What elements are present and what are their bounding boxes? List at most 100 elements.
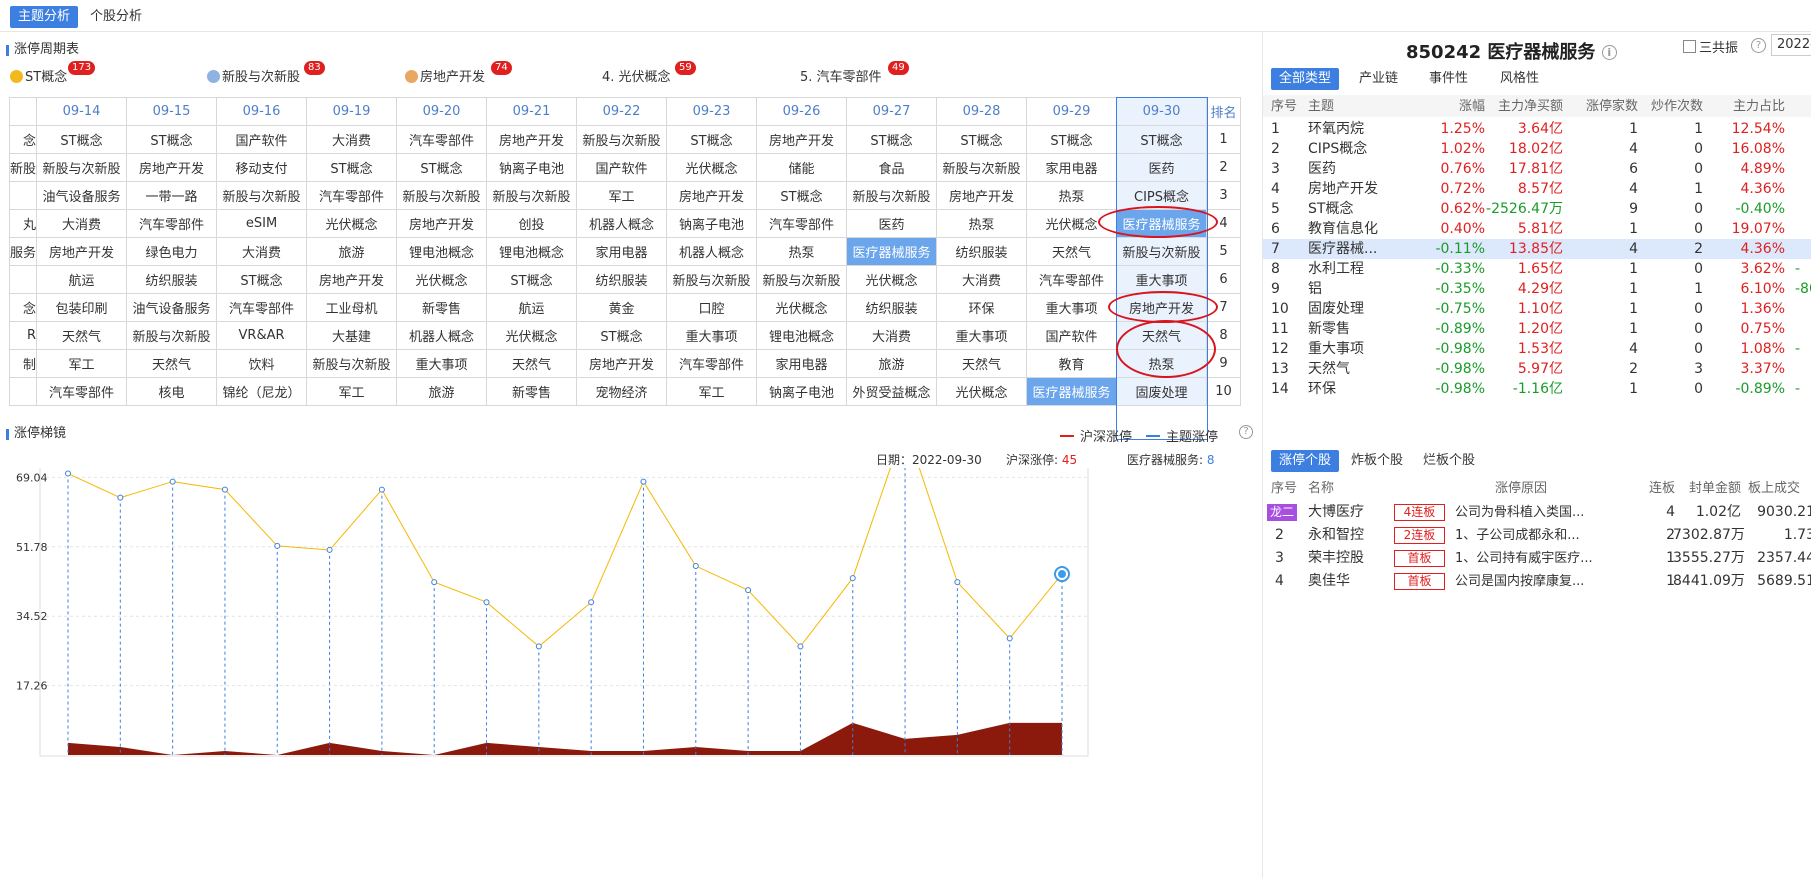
theme-cell[interactable]: 航运 bbox=[486, 293, 578, 322]
theme-row[interactable]: 14 环保 -0.98% -1.16亿 1 0 -0.89% - bbox=[1263, 379, 1811, 399]
tab-limit-up-stocks[interactable]: 涨停个股 bbox=[1271, 450, 1340, 472]
date-input[interactable]: 2022-0 bbox=[1771, 34, 1811, 56]
theme-cell[interactable]: 黄金 bbox=[576, 293, 668, 322]
theme-cell[interactable]: 重大事项 bbox=[936, 321, 1028, 350]
theme-cell[interactable]: 天然气 bbox=[486, 349, 578, 378]
theme-cell[interactable]: 房地产开发 bbox=[936, 181, 1028, 210]
theme-cell[interactable]: 机器人概念 bbox=[576, 209, 668, 238]
theme-cell[interactable]: ST概念 bbox=[756, 181, 848, 210]
theme-cell[interactable]: 房地产开发 bbox=[126, 153, 218, 182]
theme-cell[interactable]: 军工 bbox=[576, 181, 668, 210]
theme-cell[interactable]: 汽车零部件 bbox=[396, 125, 488, 154]
theme-cell[interactable]: 光伏概念 bbox=[306, 209, 398, 238]
limit-reason[interactable]: 公司是国内按摩康复... bbox=[1455, 570, 1584, 593]
theme-row[interactable]: 9铝-0.35%4.29亿116.10%-80 bbox=[1263, 279, 1811, 299]
stock-name[interactable]: 大博医疗 bbox=[1308, 501, 1364, 524]
chart-svg[interactable]: 69.04 51.78 34.52 17.26 bbox=[0, 407, 1258, 878]
help-icon[interactable]: ? bbox=[1751, 38, 1766, 53]
data-point[interactable] bbox=[588, 599, 595, 606]
date-header[interactable]: 09-15 bbox=[126, 97, 218, 126]
theme-cell[interactable]: 锂电池概念 bbox=[756, 321, 848, 350]
theme-cell[interactable]: 新股与次新股 bbox=[1116, 237, 1208, 266]
theme-cell[interactable]: 家用电器 bbox=[1026, 153, 1118, 182]
theme-row[interactable]: 10 固废处理 -0.75% 1.10亿 1 0 1.36% bbox=[1263, 299, 1811, 319]
tab-broken-stocks[interactable]: 炸板个股 bbox=[1343, 450, 1411, 472]
theme-cell[interactable]: 重大事项 bbox=[666, 321, 758, 350]
theme-cell[interactable]: ST概念 bbox=[1116, 125, 1208, 154]
theme-cell[interactable]: 包装印刷 bbox=[36, 293, 128, 322]
theme-cell[interactable]: 固废处理 bbox=[1116, 377, 1208, 406]
theme-cell[interactable]: 纺织服装 bbox=[576, 265, 668, 294]
theme-cell[interactable]: 新股与次新股 bbox=[36, 153, 128, 182]
theme-cell[interactable]: CIPS概念 bbox=[1116, 181, 1208, 210]
limit-reason[interactable]: 公司为骨科植入类国... bbox=[1455, 501, 1584, 524]
theme-cell[interactable]: 新股与次新股 bbox=[756, 265, 848, 294]
date-header[interactable]: 09-20 bbox=[396, 97, 488, 126]
theme-cell[interactable]: 油气设备服务 bbox=[36, 181, 128, 210]
theme-row[interactable]: 8 水利工程 -0.33% 1.65亿 1 0 3.62% - bbox=[1263, 259, 1811, 279]
limit-reason[interactable]: 1、公司持有威宇医疗... bbox=[1455, 547, 1593, 570]
data-point[interactable] bbox=[849, 575, 856, 582]
theme-cell[interactable]: 移动支付 bbox=[216, 153, 308, 182]
theme-cell[interactable]: 大基建 bbox=[306, 321, 398, 350]
theme-cell[interactable]: 旅游 bbox=[846, 349, 938, 378]
theme-cell[interactable]: 房地产开发 bbox=[756, 125, 848, 154]
data-point[interactable] bbox=[797, 643, 804, 650]
theme-cell[interactable]: 机器人概念 bbox=[396, 321, 488, 350]
theme-row[interactable]: 4 房地产开发 0.72% 8.57亿 4 1 4.36% bbox=[1263, 179, 1811, 199]
tab-weak-stocks[interactable]: 烂板个股 bbox=[1415, 450, 1483, 472]
stock-name[interactable]: 荣丰控股 bbox=[1308, 547, 1364, 570]
theme-cell[interactable]: 重大事项 bbox=[1026, 293, 1118, 322]
theme-cell[interactable]: 汽车零部件 bbox=[1026, 265, 1118, 294]
theme-cell[interactable]: 军工 bbox=[666, 377, 758, 406]
data-point[interactable] bbox=[692, 563, 699, 570]
stock-name[interactable]: 奥佳华 bbox=[1308, 570, 1350, 593]
date-header[interactable]: 09-22 bbox=[576, 97, 668, 126]
date-header[interactable]: 09-16 bbox=[216, 97, 308, 126]
tab-industry-chain[interactable]: 产业链 bbox=[1351, 68, 1406, 90]
theme-cell[interactable]: 医药 bbox=[846, 209, 938, 238]
theme-cell[interactable]: eSIM bbox=[216, 209, 308, 238]
theme-cell[interactable]: 房地产开发 bbox=[486, 125, 578, 154]
theme-row[interactable]: 5 ST概念 0.62% -2526.47万 9 0 -0.40% bbox=[1263, 199, 1811, 219]
theme-cell[interactable]: 房地产开发 bbox=[396, 209, 488, 238]
topic-item-1[interactable]: ST概念 173 bbox=[10, 61, 96, 89]
theme-cell[interactable]: 纺织服装 bbox=[846, 293, 938, 322]
tab-event[interactable]: 事件性 bbox=[1421, 68, 1476, 90]
theme-cell[interactable]: ST概念 bbox=[486, 265, 578, 294]
date-header[interactable]: 09-26 bbox=[756, 97, 848, 126]
topic-item-3[interactable]: 房地产开发 74 bbox=[405, 61, 512, 89]
theme-cell[interactable]: 新零售 bbox=[396, 293, 488, 322]
theme-cell[interactable]: 大消费 bbox=[36, 209, 128, 238]
data-point[interactable] bbox=[221, 486, 228, 493]
data-point[interactable] bbox=[326, 546, 333, 553]
theme-row[interactable]: 13 天然气 -0.98% 5.97亿 2 3 3.37% bbox=[1263, 359, 1811, 379]
theme-cell[interactable]: 国产软件 bbox=[1026, 321, 1118, 350]
theme-cell[interactable]: 口腔 bbox=[666, 293, 758, 322]
theme-cell[interactable]: 热泵 bbox=[756, 237, 848, 266]
theme-cell[interactable]: 锂电池概念 bbox=[486, 237, 578, 266]
theme-cell[interactable]: 新股与次新股 bbox=[936, 153, 1028, 182]
theme-cell[interactable]: ST概念 bbox=[396, 153, 488, 182]
theme-cell[interactable]: 光伏概念 bbox=[486, 321, 578, 350]
theme-cell[interactable]: 光伏概念 bbox=[666, 153, 758, 182]
date-header[interactable]: 09-27 bbox=[846, 97, 938, 126]
topic-item-5[interactable]: 5. 汽车零部件 49 bbox=[800, 61, 909, 89]
theme-cell[interactable]: 医疗器械服务 bbox=[1026, 377, 1118, 406]
legend-market[interactable]: 沪深涨停 bbox=[1060, 426, 1132, 445]
date-header[interactable]: 09-28 bbox=[936, 97, 1028, 126]
theme-cell[interactable]: 医疗器械服务 bbox=[846, 237, 938, 266]
topic-item-2[interactable]: 新股与次新股 83 bbox=[207, 61, 325, 89]
theme-cell[interactable]: 航运 bbox=[36, 265, 128, 294]
theme-cell[interactable]: 房地产开发 bbox=[1116, 293, 1208, 322]
theme-cell[interactable]: 新股与次新股 bbox=[486, 181, 578, 210]
stock-name[interactable]: 永和智控 bbox=[1308, 524, 1364, 547]
theme-cell[interactable]: 汽车零部件 bbox=[36, 377, 128, 406]
theme-cell[interactable]: 房地产开发 bbox=[306, 265, 398, 294]
info-icon[interactable]: i bbox=[1601, 45, 1617, 60]
theme-cell[interactable]: 热泵 bbox=[1026, 181, 1118, 210]
data-point[interactable] bbox=[535, 643, 542, 650]
data-point[interactable] bbox=[640, 478, 647, 485]
theme-cell[interactable]: 钠离子电池 bbox=[756, 377, 848, 406]
theme-cell[interactable]: 教育 bbox=[1026, 349, 1118, 378]
